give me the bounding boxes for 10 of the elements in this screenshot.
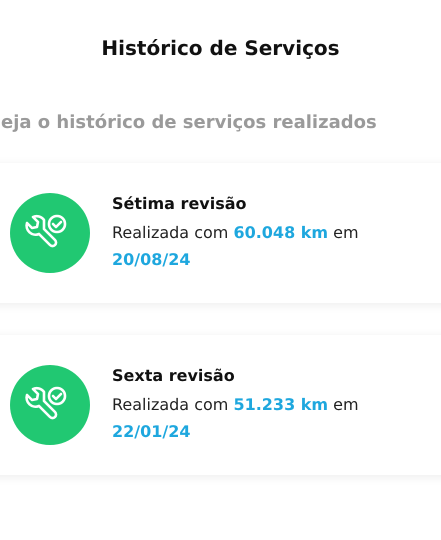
wrench-check-icon [10,193,90,273]
service-description: Realizada com 60.048 km em 20/08/24 [112,222,360,270]
wrench-check-icon [10,365,90,445]
service-title: Sétima revisão [112,194,248,212]
service-title: Sexta revisão [112,366,236,384]
section-subtitle: eja o histórico de serviços realizados [1,112,378,133]
page-title: Histórico de Serviços [100,36,341,60]
service-card[interactable]: Sexta revisão Realizada com 51.233 km em 22/01/24 [0,335,441,475]
service-description: Realizada com 51.233 km em 22/01/24 [112,394,360,442]
service-card[interactable]: Sétima revisão Realizada com 60.048 km em 20/08/24 [0,163,441,303]
